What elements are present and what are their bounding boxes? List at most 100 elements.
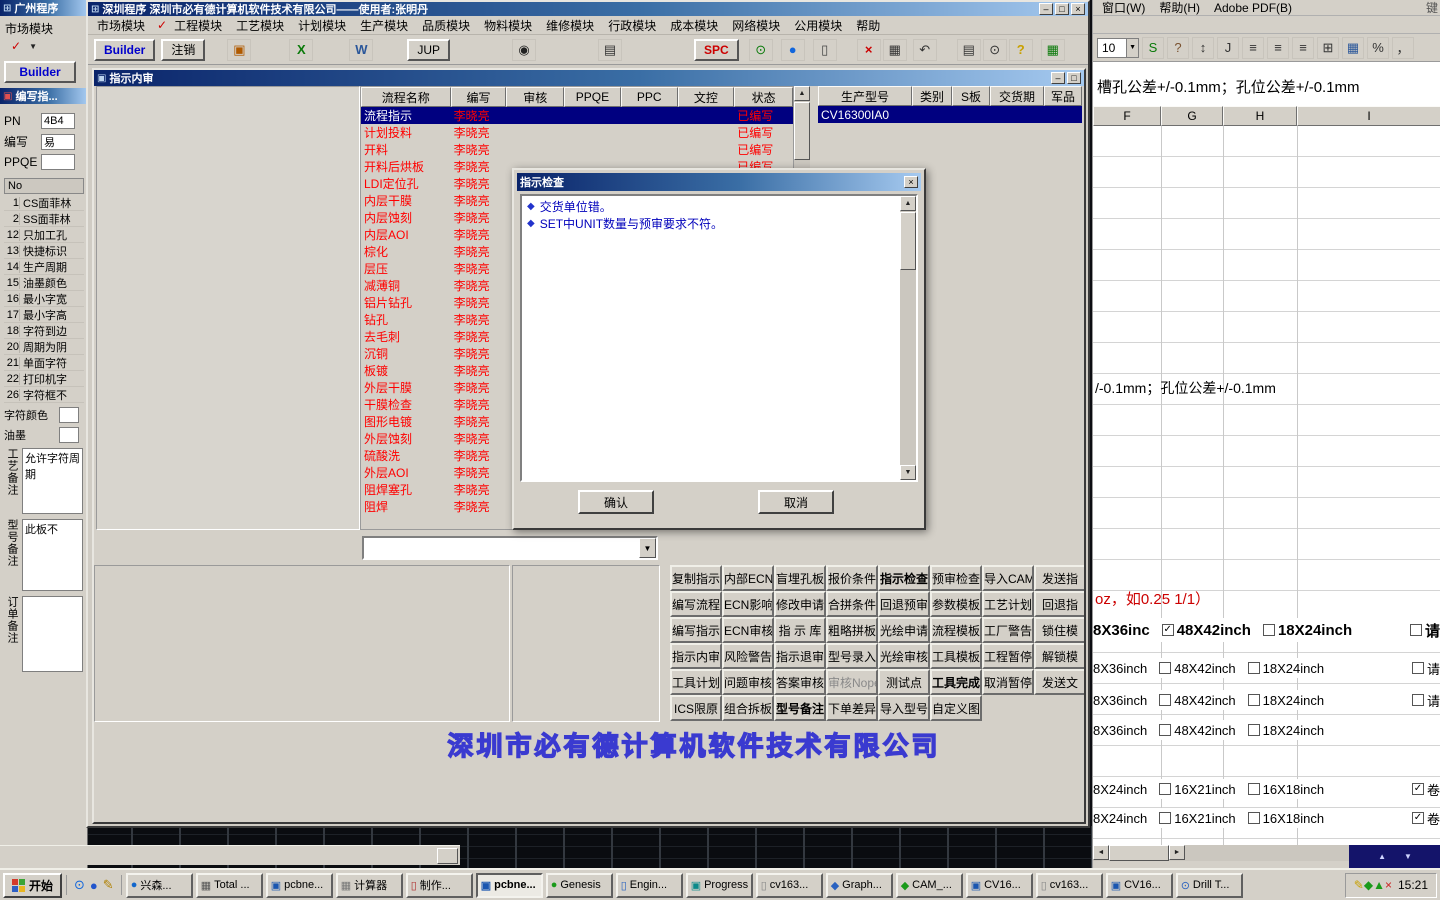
grid-action-button[interactable]: 预审检查 xyxy=(930,565,982,591)
align-right-icon[interactable]: ≡ xyxy=(1292,36,1314,59)
grid-action-button[interactable]: 工艺计划 xyxy=(982,591,1034,617)
menu-item-9[interactable]: 成本模块 xyxy=(663,15,725,36)
grid-action-button[interactable]: 工具计划 xyxy=(670,669,722,695)
scrollbar-thumb[interactable] xyxy=(437,848,458,864)
list-item[interactable]: 12 只加工孔 xyxy=(4,227,84,243)
menu-item-12[interactable]: 帮助 xyxy=(849,15,887,36)
taskbar-task[interactable]: ▦ 计算器 xyxy=(335,872,403,898)
navy-scroll-panel[interactable]: ▲ ▼ xyxy=(1349,845,1440,868)
scroll-up-icon[interactable]: ▲ xyxy=(900,196,916,211)
spinner-icon[interactable]: ↕ xyxy=(1192,36,1214,59)
list-item[interactable]: 13 快捷标识 xyxy=(4,243,84,259)
grid-icon[interactable]: ▦ xyxy=(1342,36,1364,59)
ink-input[interactable] xyxy=(59,427,79,443)
grid-icon[interactable]: ▦ xyxy=(1040,38,1065,61)
taskbar-task[interactable]: ▣ pcbne... xyxy=(475,872,543,898)
checkbox[interactable]: ✓ xyxy=(1411,783,1424,795)
model-table-row[interactable]: CV16300IA0 xyxy=(818,106,1082,123)
taskbar-task[interactable]: ▯ 制作... xyxy=(405,872,473,898)
logout-button[interactable]: 注销 xyxy=(161,38,206,61)
printer-icon[interactable]: ▤ xyxy=(598,38,623,61)
list-item[interactable]: 20 周期为阴 xyxy=(4,339,84,355)
restore-button[interactable]: □ xyxy=(1067,72,1081,84)
grid-action-button[interactable]: 合拼条件 xyxy=(826,591,878,617)
quick-launch-desktop-icon[interactable]: ⊙ xyxy=(74,877,85,893)
grid-action-button[interactable]: 指 示 库 xyxy=(774,617,826,643)
grid-action-button[interactable]: 修改申请 xyxy=(774,591,826,617)
grid-action-button[interactable]: 指示退审 xyxy=(774,643,826,669)
writer-input[interactable] xyxy=(41,133,75,150)
grid-action-button[interactable]: 工具完成 xyxy=(930,669,982,695)
scrollbar-thumb[interactable] xyxy=(794,102,810,160)
menu-item-11[interactable]: 公用模块 xyxy=(787,15,849,36)
grid-action-button[interactable]: 发送文 xyxy=(1034,669,1084,695)
cancel-button[interactable]: 取消 xyxy=(758,490,834,514)
grid-action-button[interactable]: 工具模板 xyxy=(930,643,982,669)
excel-icon[interactable]: X xyxy=(289,38,314,61)
j-icon[interactable]: J xyxy=(1217,36,1239,59)
background-hscrollbar[interactable] xyxy=(0,845,460,865)
checkbox[interactable] xyxy=(1159,783,1172,795)
globe-icon[interactable]: ● xyxy=(780,38,805,61)
grid-action-button[interactable]: 流程模板 xyxy=(930,617,982,643)
minimize-button[interactable]: – xyxy=(1039,3,1053,15)
list-item[interactable]: 2 SS面菲林 xyxy=(4,211,84,227)
grid-action-button[interactable]: 内部ECN xyxy=(722,565,774,591)
menu-item-2[interactable]: 工艺模块 xyxy=(229,15,291,36)
taskbar-task[interactable]: ◆ Graph... xyxy=(825,872,893,898)
percent-icon[interactable]: % xyxy=(1367,36,1389,59)
grid-action-button[interactable]: 粗略拼板 xyxy=(826,617,878,643)
menu-item-5[interactable]: 品质模块 xyxy=(415,15,477,36)
grid-action-button[interactable]: 复制指示 xyxy=(670,565,722,591)
grid-action-button[interactable]: 回退指 xyxy=(1034,591,1084,617)
list-item[interactable]: 18 字符到边 xyxy=(4,323,84,339)
craft-note-box[interactable]: 允许字符周期 xyxy=(22,448,83,514)
list-item[interactable]: 14 生产周期 xyxy=(4,259,84,275)
checkbox[interactable] xyxy=(1159,812,1172,824)
taskbar-task[interactable]: ▯ cv163... xyxy=(1035,872,1103,898)
frame-icon[interactable]: ▣ xyxy=(227,38,252,61)
grid-action-button[interactable]: 导入CAM xyxy=(982,565,1034,591)
checkbox[interactable] xyxy=(1247,783,1260,795)
grid-action-button[interactable]: 发送指 xyxy=(1034,565,1084,591)
taskbar-task[interactable]: ▣ CV16... xyxy=(965,872,1033,898)
taskbar-task[interactable]: ▯ cv163... xyxy=(755,872,823,898)
menu-item-7[interactable]: 维修模块 xyxy=(539,15,601,36)
checkbox[interactable] xyxy=(1247,694,1260,706)
checkbox[interactable]: ✓ xyxy=(1411,812,1424,824)
list-item[interactable]: 22 打印机字 xyxy=(4,371,84,387)
list-item[interactable]: 1 CS面菲林 xyxy=(4,195,84,211)
grid-action-button[interactable]: 下单差异 xyxy=(826,695,878,721)
undo-icon[interactable]: ↶ xyxy=(912,38,937,61)
flow-table-row[interactable]: 流程指示 李晓亮 已编写 xyxy=(361,107,793,124)
model-note-box[interactable]: 此板不 xyxy=(22,519,83,591)
tray-pencil-icon[interactable]: ✎ xyxy=(1354,878,1364,892)
grid-action-button[interactable]: 指示检查 xyxy=(878,565,930,591)
grid-action-button[interactable]: 编写指示 xyxy=(670,617,722,643)
list-item[interactable]: 21 单面字符 xyxy=(4,355,84,371)
order-note-box[interactable] xyxy=(22,596,83,672)
help-icon[interactable]: ? xyxy=(1008,38,1033,61)
list-item[interactable]: 15 油墨颜色 xyxy=(4,275,84,291)
pn-input[interactable] xyxy=(41,113,75,129)
taskbar-task[interactable]: ● Genesis xyxy=(545,872,613,898)
grid-action-button[interactable]: 问题审核 xyxy=(722,669,774,695)
merge-cells-icon[interactable]: ⊞ xyxy=(1317,36,1339,59)
minimize-button[interactable]: – xyxy=(1051,72,1065,84)
confirm-button[interactable]: 确认 xyxy=(578,490,654,514)
align-center-icon[interactable]: ≡ xyxy=(1267,36,1289,59)
taskbar-task[interactable]: ▣ pcbne... xyxy=(265,872,333,898)
grid-action-button[interactable]: 测试点 xyxy=(878,669,930,695)
checkbox[interactable] xyxy=(1247,724,1260,736)
help-icon[interactable]: ? xyxy=(1167,36,1189,59)
grid-action-button[interactable]: 解锁模 xyxy=(1034,643,1084,669)
grid-action-button[interactable]: 报价条件 xyxy=(826,565,878,591)
grid-action-button[interactable]: 锁住模 xyxy=(1034,617,1084,643)
print-icon[interactable]: ▤ xyxy=(956,38,981,61)
taskbar-task[interactable]: ◆ CAM_... xyxy=(895,872,963,898)
scroll-up-icon[interactable]: ▲ xyxy=(794,86,810,101)
rw-menu-item-0[interactable]: 窗口(W) xyxy=(1095,0,1152,18)
scroll-left-icon[interactable]: ◄ xyxy=(1093,845,1109,860)
taskbar-task[interactable]: ▣ Progress xyxy=(685,872,753,898)
list-item[interactable]: 16 最小字宽 xyxy=(4,291,84,307)
